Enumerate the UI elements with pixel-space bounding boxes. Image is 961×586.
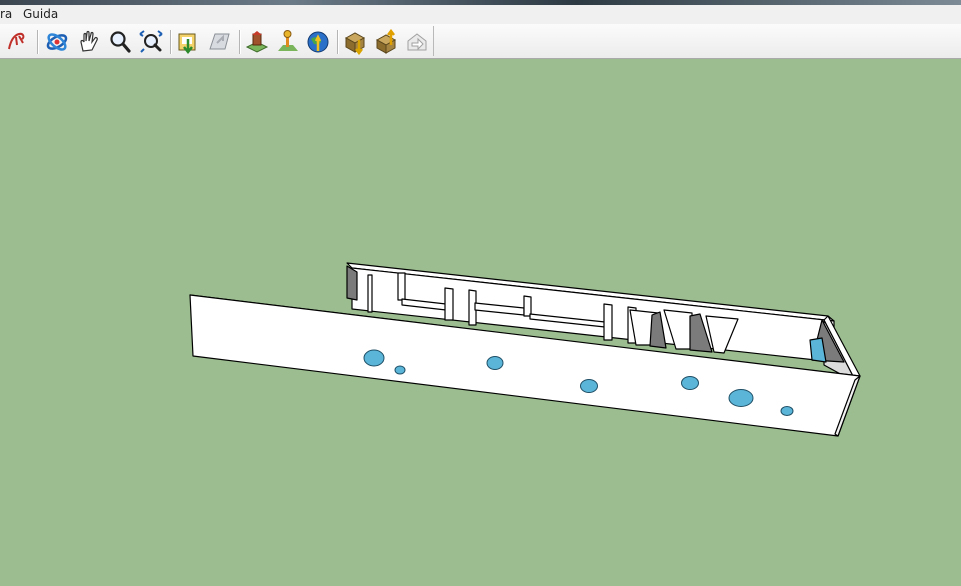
hole xyxy=(780,406,794,416)
3d-viewport[interactable] xyxy=(0,59,961,586)
toolbar-strip xyxy=(0,26,434,56)
menu-bar: ra Guida xyxy=(0,5,961,24)
zoom-extents-icon[interactable] xyxy=(138,29,164,55)
pan-icon[interactable] xyxy=(76,29,102,55)
hole xyxy=(394,365,406,375)
hole xyxy=(363,349,385,367)
place-component-icon[interactable] xyxy=(244,29,270,55)
orbit-icon[interactable] xyxy=(44,29,70,55)
toolbar-separator xyxy=(170,30,171,54)
toolbar-separator xyxy=(37,30,38,54)
menu-item-help[interactable]: Guida xyxy=(23,8,58,21)
toolbar xyxy=(0,24,961,59)
preview-icon[interactable] xyxy=(404,29,430,55)
left-shadow xyxy=(346,265,358,301)
get-photo-textures-icon[interactable] xyxy=(342,29,368,55)
hole xyxy=(486,356,504,370)
share-model-icon[interactable] xyxy=(207,29,233,55)
toolbar-separator xyxy=(239,30,240,54)
get-models-icon[interactable] xyxy=(175,29,201,55)
menu-item-view[interactable]: ra xyxy=(0,8,12,21)
hole xyxy=(580,379,598,393)
hole xyxy=(681,376,699,390)
upload-icon[interactable] xyxy=(373,29,399,55)
model-canvas xyxy=(189,262,861,437)
3d-model xyxy=(189,262,861,437)
google-earth-icon[interactable] xyxy=(305,29,331,55)
zoom-icon[interactable] xyxy=(107,29,133,55)
add-location-icon[interactable] xyxy=(275,29,301,55)
hole xyxy=(728,389,754,407)
freehand-icon[interactable] xyxy=(5,29,31,55)
toolbar-separator xyxy=(337,30,338,54)
